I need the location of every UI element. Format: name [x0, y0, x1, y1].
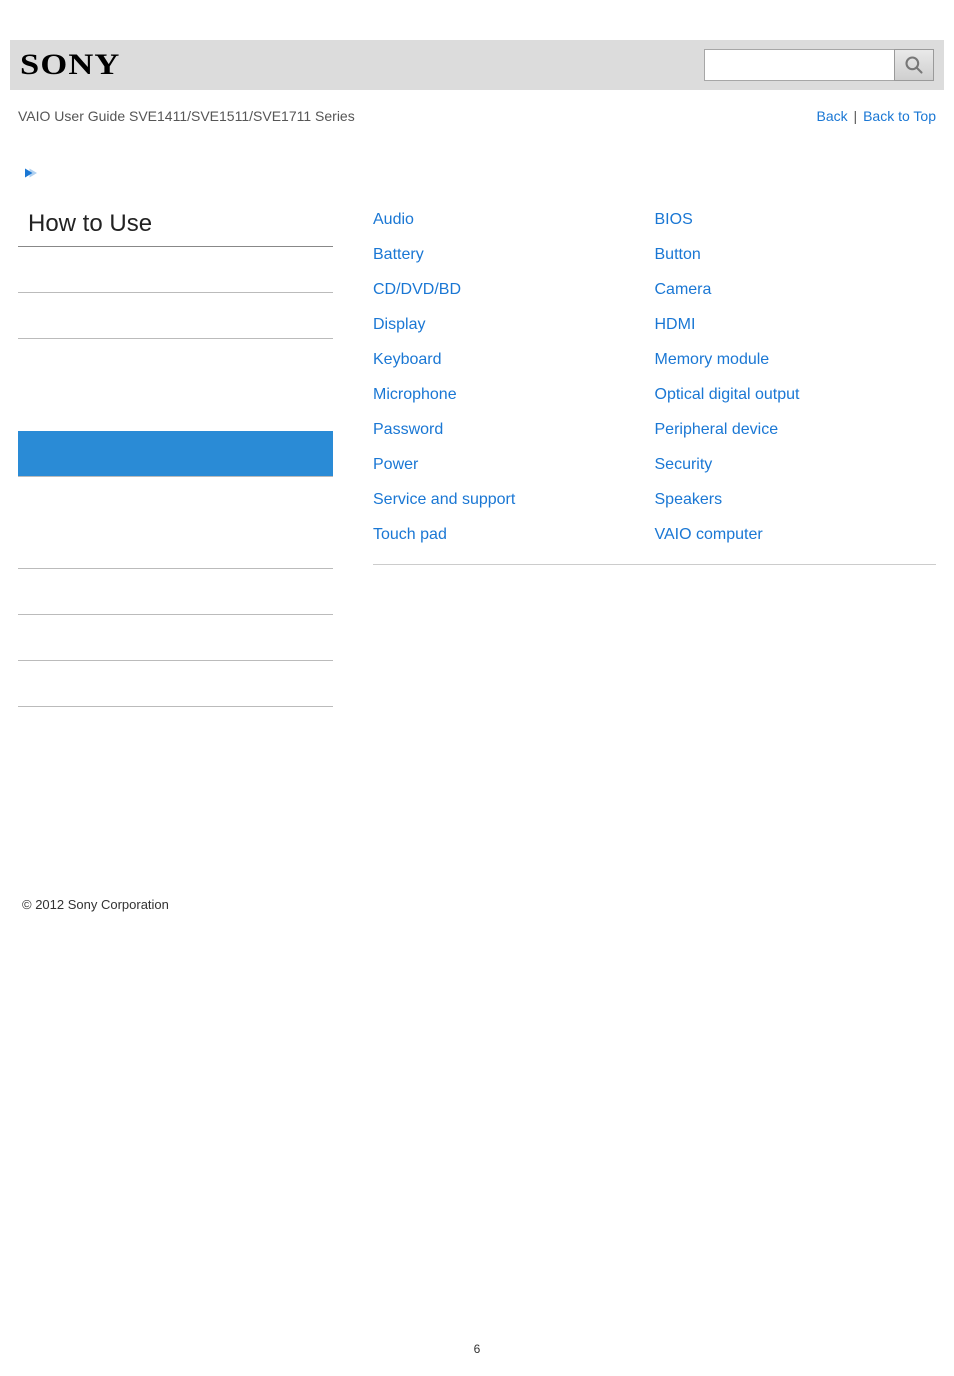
guide-title: VAIO User Guide SVE1411/SVE1511/SVE1711 … [18, 108, 355, 124]
sidebar-item[interactable] [18, 477, 333, 523]
sidebar-item[interactable] [18, 615, 333, 661]
link-audio[interactable]: Audio [373, 202, 655, 237]
footer-copyright: © 2012 Sony Corporation [0, 707, 954, 912]
nav-links: Back | Back to Top [817, 108, 936, 124]
main-content: How to Use Audio Battery CD/DVD/BD Displ… [0, 196, 954, 707]
link-column-left: Audio Battery CD/DVD/BD Display Keyboard… [373, 202, 655, 552]
sony-logo: SONY [20, 48, 120, 82]
page-number: 6 [0, 1342, 954, 1376]
content-divider [373, 564, 936, 565]
link-service-support[interactable]: Service and support [373, 482, 655, 517]
link-security[interactable]: Security [655, 447, 937, 482]
search-box [704, 49, 934, 81]
search-input[interactable] [704, 49, 894, 81]
link-battery[interactable]: Battery [373, 237, 655, 272]
sidebar-item-active[interactable] [18, 431, 333, 477]
back-to-top-link[interactable]: Back to Top [863, 108, 936, 124]
sidebar-item[interactable] [18, 247, 333, 293]
back-link[interactable]: Back [817, 108, 848, 124]
sidebar-item[interactable] [18, 661, 333, 707]
sidebar: How to Use [18, 196, 333, 707]
sidebar-item[interactable] [18, 339, 333, 385]
link-display[interactable]: Display [373, 307, 655, 342]
separator: | [850, 108, 861, 124]
link-memory-module[interactable]: Memory module [655, 342, 937, 377]
search-button[interactable] [894, 49, 934, 81]
subheader: VAIO User Guide SVE1411/SVE1511/SVE1711 … [0, 90, 954, 124]
sidebar-item[interactable] [18, 569, 333, 615]
sidebar-item[interactable] [18, 523, 333, 569]
link-touch-pad[interactable]: Touch pad [373, 517, 655, 552]
link-bios[interactable]: BIOS [655, 202, 937, 237]
search-icon [904, 55, 924, 75]
arrow-icon [22, 164, 954, 186]
link-speakers[interactable]: Speakers [655, 482, 937, 517]
link-optical-digital-output[interactable]: Optical digital output [655, 377, 937, 412]
sidebar-item[interactable] [18, 385, 333, 431]
link-vaio-computer[interactable]: VAIO computer [655, 517, 937, 552]
content-area: Audio Battery CD/DVD/BD Display Keyboard… [333, 202, 936, 565]
link-camera[interactable]: Camera [655, 272, 937, 307]
link-password[interactable]: Password [373, 412, 655, 447]
link-column-right: BIOS Button Camera HDMI Memory module Op… [655, 202, 937, 552]
header-bar: SONY [10, 40, 944, 90]
link-hdmi[interactable]: HDMI [655, 307, 937, 342]
sidebar-item[interactable] [18, 293, 333, 339]
link-cd-dvd-bd[interactable]: CD/DVD/BD [373, 272, 655, 307]
link-keyboard[interactable]: Keyboard [373, 342, 655, 377]
link-button[interactable]: Button [655, 237, 937, 272]
sidebar-title: How to Use [18, 196, 333, 247]
link-peripheral-device[interactable]: Peripheral device [655, 412, 937, 447]
link-columns: Audio Battery CD/DVD/BD Display Keyboard… [373, 202, 936, 552]
link-microphone[interactable]: Microphone [373, 377, 655, 412]
link-power[interactable]: Power [373, 447, 655, 482]
